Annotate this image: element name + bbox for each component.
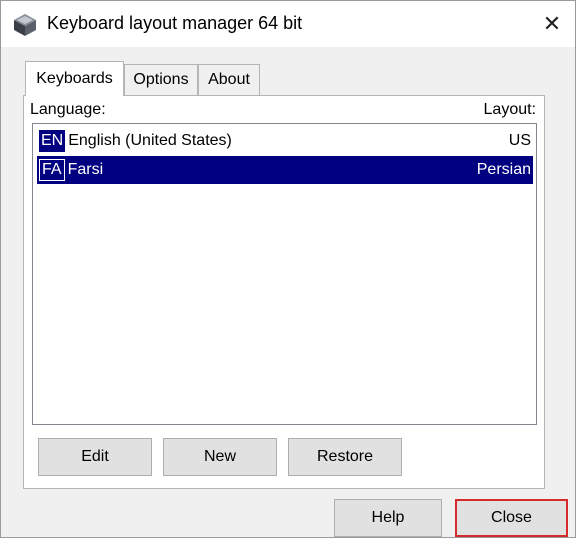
- dialog-window: Keyboard layout manager 64 bit ✕ Keyboar…: [0, 0, 576, 538]
- close-icon[interactable]: ✕: [537, 9, 567, 39]
- language-column-header: Language:: [30, 101, 106, 118]
- help-button[interactable]: Help: [334, 499, 442, 537]
- layout-column-header: Layout:: [483, 101, 536, 118]
- edit-button[interactable]: Edit: [38, 438, 152, 476]
- keyboard-app-icon: [12, 12, 38, 38]
- language-name: Farsi: [67, 161, 104, 178]
- keyboard-list[interactable]: EN English (United States) US FA Farsi P…: [32, 123, 537, 425]
- tab-about[interactable]: About: [198, 64, 260, 95]
- close-button[interactable]: Close: [455, 499, 568, 537]
- language-code-badge: EN: [39, 130, 66, 152]
- title-bar: Keyboard layout manager 64 bit ✕: [1, 1, 575, 47]
- tab-options[interactable]: Options: [124, 64, 198, 95]
- tab-keyboards[interactable]: Keyboards: [25, 61, 124, 96]
- language-code-badge: FA: [39, 159, 65, 181]
- layout-name: Persian: [476, 161, 531, 178]
- language-name: English (United States): [68, 132, 232, 149]
- new-button[interactable]: New: [163, 438, 277, 476]
- keyboards-tab-panel: Language: Layout: EN English (United Sta…: [23, 95, 545, 489]
- restore-button[interactable]: Restore: [288, 438, 402, 476]
- list-item-farsi[interactable]: FA Farsi Persian: [37, 156, 533, 184]
- list-item-english[interactable]: EN English (United States) US: [37, 127, 533, 155]
- window-title: Keyboard layout manager 64 bit: [47, 13, 303, 33]
- layout-name: US: [508, 132, 531, 149]
